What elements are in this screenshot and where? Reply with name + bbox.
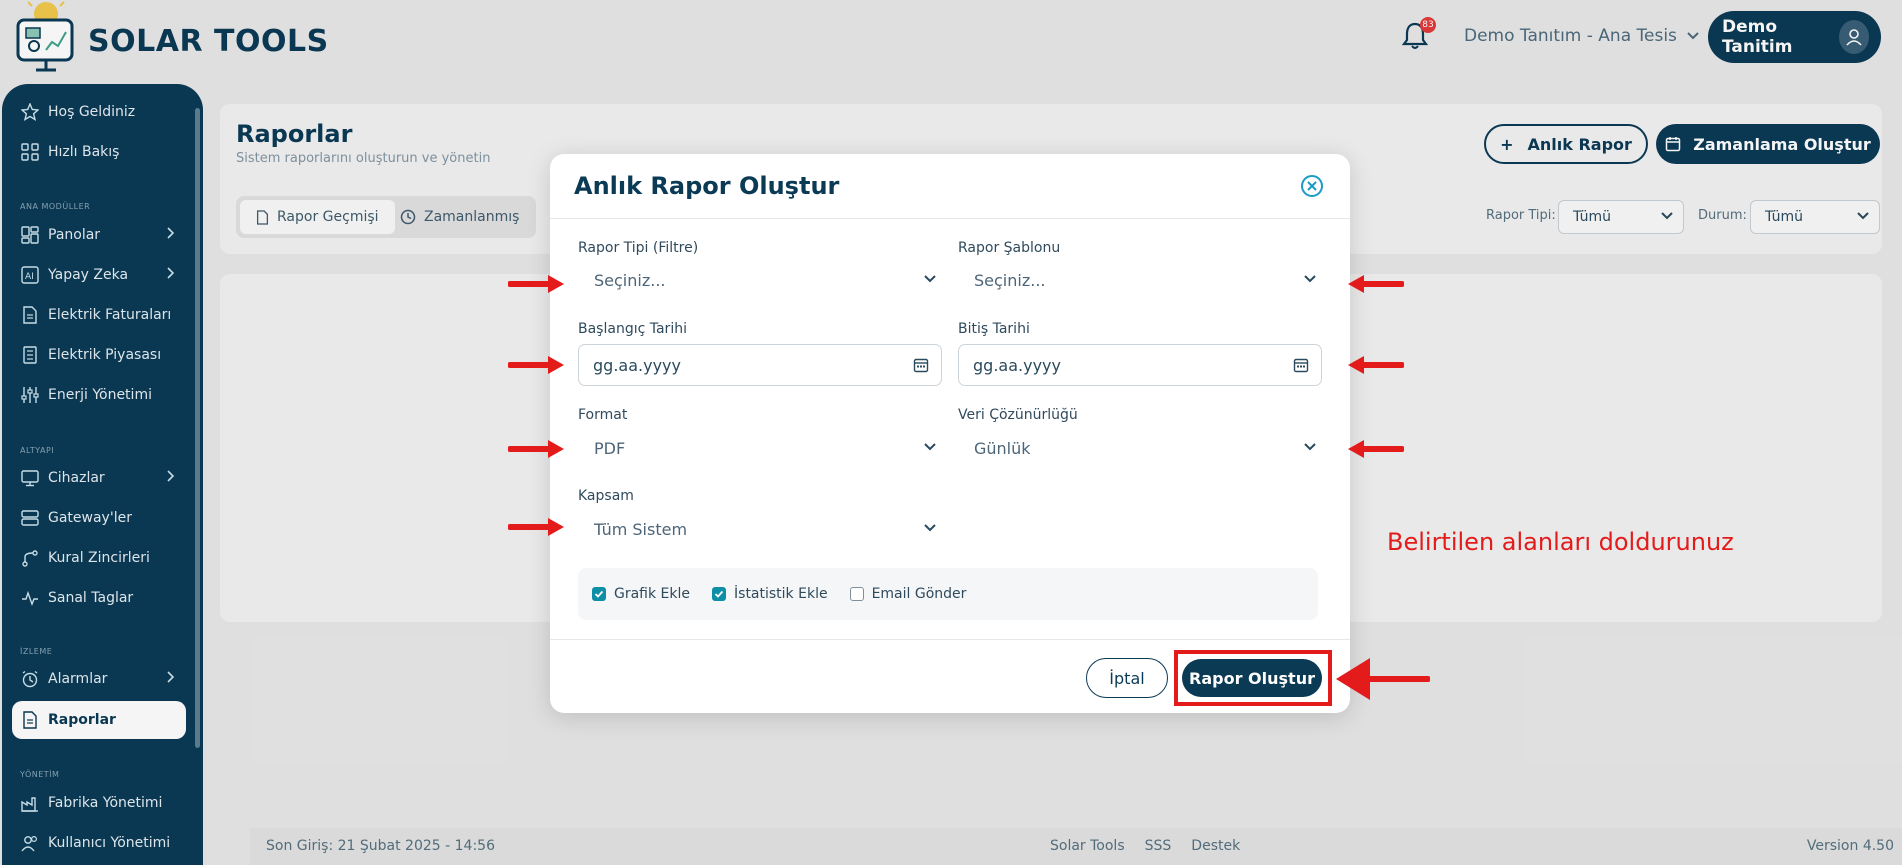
- annotation-arrow-left-icon: [1348, 440, 1404, 458]
- option-label: Email Gönder: [871, 586, 967, 602]
- format-value: PDF: [594, 438, 626, 458]
- end-date-input[interactable]: gg.aa.yyyy: [958, 344, 1322, 386]
- annotation-arrow-left-icon: [1348, 356, 1404, 374]
- modal-title: Anlık Rapor Oluştur: [574, 172, 840, 200]
- annotation-arrow-right-icon: [508, 440, 564, 458]
- checkbox-checked[interactable]: [592, 587, 606, 601]
- checkbox-unchecked[interactable]: [849, 587, 864, 601]
- chevron-down-icon: [1304, 275, 1316, 283]
- resolution-select[interactable]: Günlük: [958, 429, 1322, 467]
- chevron-down-icon: [1304, 443, 1316, 451]
- start-date-placeholder: gg.aa.yyyy: [593, 355, 681, 375]
- report-options: Grafik Ekle İstatistik Ekle Email Gönder: [578, 568, 1318, 620]
- annotation-arrow-left-icon: [1348, 275, 1404, 293]
- option-send-email[interactable]: Email Gönder: [849, 586, 967, 602]
- close-icon[interactable]: [1300, 174, 1324, 198]
- scope-value: Tüm Sistem: [594, 519, 688, 539]
- modal-header-divider: [550, 218, 1350, 219]
- chevron-down-icon: [924, 524, 936, 532]
- template-value: Seçiniz...: [974, 270, 1046, 290]
- resolution-label: Veri Çözünürlüğü: [958, 407, 1078, 423]
- create-report-button[interactable]: Rapor Oluştur: [1182, 659, 1322, 697]
- checkbox-checked[interactable]: [712, 587, 727, 601]
- annotation-arrow-right-icon: [508, 518, 564, 536]
- end-date-label: Bitiş Tarihi: [958, 321, 1030, 337]
- annotation-arrow-right-icon: [508, 275, 564, 293]
- scope-label: Kapsam: [578, 488, 634, 504]
- option-add-statistics[interactable]: İstatistik Ekle: [712, 586, 828, 602]
- option-label: Grafik Ekle: [614, 586, 691, 602]
- end-date-placeholder: gg.aa.yyyy: [973, 355, 1061, 375]
- report-type-value: Seçiniz...: [594, 270, 666, 290]
- option-label: İstatistik Ekle: [734, 586, 828, 602]
- template-label: Rapor Şablonu: [958, 240, 1061, 256]
- start-date-input[interactable]: gg.aa.yyyy: [578, 344, 942, 386]
- template-select[interactable]: Seçiniz...: [958, 261, 1322, 299]
- annotation-arrow-right-icon: [508, 356, 564, 374]
- calendar-icon[interactable]: [913, 357, 929, 373]
- annotation-note: Belirtilen alanları doldurunuz: [1387, 528, 1734, 556]
- chevron-down-icon: [924, 275, 936, 283]
- cancel-button[interactable]: İptal: [1086, 658, 1168, 698]
- calendar-icon[interactable]: [1293, 357, 1309, 373]
- start-date-label: Başlangıç Tarihi: [578, 321, 687, 337]
- scope-select[interactable]: Tüm Sistem: [578, 510, 942, 548]
- chevron-down-icon: [924, 443, 936, 451]
- format-label: Format: [578, 407, 628, 423]
- annotation-arrow-left-large-icon: [1336, 658, 1430, 700]
- report-type-label: Rapor Tipi (Filtre): [578, 240, 699, 256]
- modal-footer-divider: [550, 639, 1350, 640]
- report-type-select[interactable]: Seçiniz...: [578, 261, 942, 299]
- instant-report-modal: Anlık Rapor Oluştur Rapor Tipi (Filtre) …: [550, 154, 1350, 713]
- option-add-chart[interactable]: Grafik Ekle: [592, 586, 690, 602]
- format-select[interactable]: PDF: [578, 429, 942, 467]
- resolution-value: Günlük: [974, 438, 1031, 458]
